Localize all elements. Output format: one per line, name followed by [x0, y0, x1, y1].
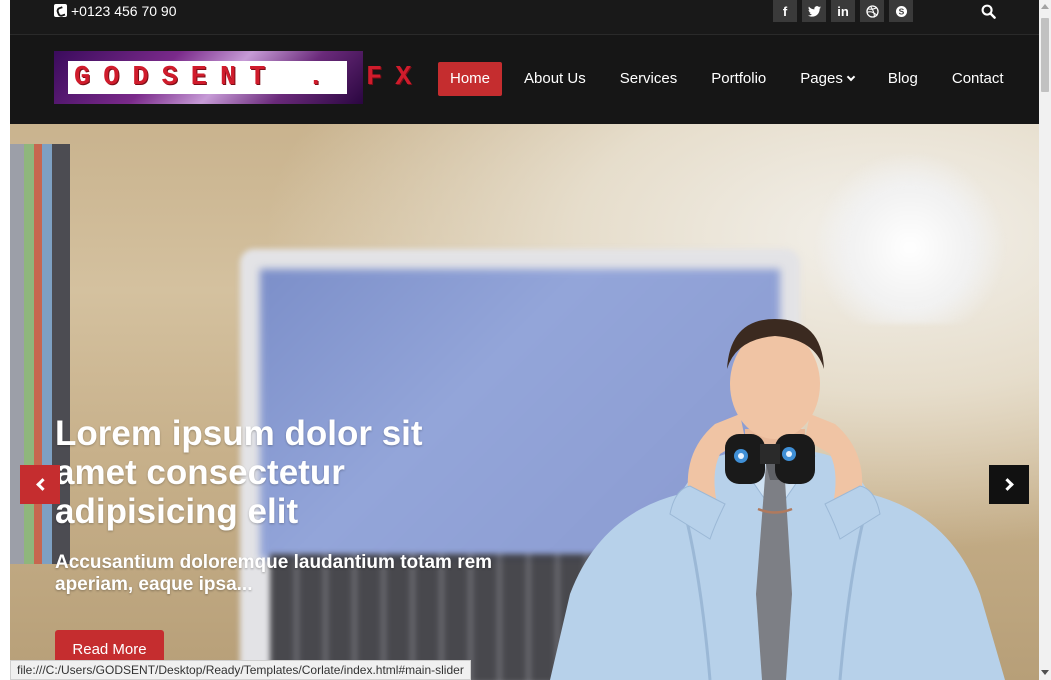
main-nav: Home About Us Services Portfolio Pages B…: [438, 62, 1026, 96]
scroll-up-arrow-icon[interactable]: [1041, 4, 1049, 9]
nav-pages-label: Pages: [800, 70, 843, 87]
nav-home[interactable]: Home: [438, 62, 503, 96]
search-icon[interactable]: [981, 4, 996, 19]
phone-contact: +0123 456 70 90: [54, 2, 177, 19]
twitter-icon[interactable]: [802, 0, 826, 22]
slide-title: Lorem ipsum dolor sit amet consectetur a…: [55, 414, 423, 531]
phone-icon: [54, 4, 67, 17]
top-bar: +0123 456 70 90 f in S: [10, 0, 1039, 35]
social-links: f in S: [773, 0, 913, 22]
nav-portfolio[interactable]: Portfolio: [699, 62, 778, 96]
slide-subtitle: Accusantium doloremque laudantium totam …: [55, 552, 493, 595]
chevron-left-icon: [35, 478, 49, 491]
scrollbar-thumb[interactable]: [1041, 18, 1049, 92]
site-header: GODSENT . FX Home About Us Services Port…: [10, 35, 1039, 124]
chevron-right-icon: [1000, 478, 1014, 491]
slider-prev-button[interactable]: [20, 465, 60, 504]
nav-pages[interactable]: Pages: [788, 62, 866, 96]
svg-text:S: S: [898, 6, 904, 16]
nav-about-us[interactable]: About Us: [512, 62, 598, 96]
browser-status-bar: file:///C:/Users/GODSENT/Desktop/Ready/T…: [10, 660, 471, 680]
skype-icon[interactable]: S: [889, 0, 913, 22]
nav-blog[interactable]: Blog: [876, 62, 930, 96]
businessman-binoculars-image: [550, 319, 1005, 680]
page-scrollbar[interactable]: [1039, 0, 1051, 680]
nav-services[interactable]: Services: [608, 62, 690, 96]
page: +0123 456 70 90 f in S GODSENT . FX Home…: [10, 0, 1039, 680]
phone-number: +0123 456 70 90: [71, 2, 177, 19]
window-edge: [0, 0, 10, 680]
dribbble-icon[interactable]: [860, 0, 884, 22]
logo-plate: GODSENT . FX: [68, 61, 411, 94]
site-logo[interactable]: GODSENT . FX: [54, 51, 411, 104]
nav-contact[interactable]: Contact: [940, 62, 1016, 96]
chevron-down-icon: [846, 72, 856, 82]
facebook-icon[interactable]: f: [773, 0, 797, 22]
linkedin-icon[interactable]: in: [831, 0, 855, 22]
slider-next-button[interactable]: [989, 465, 1029, 504]
logo-text: GODSENT . FX: [74, 62, 425, 93]
scroll-down-arrow-icon[interactable]: [1041, 670, 1049, 675]
main-slider: Lorem ipsum dolor sit amet consectetur a…: [10, 124, 1039, 680]
